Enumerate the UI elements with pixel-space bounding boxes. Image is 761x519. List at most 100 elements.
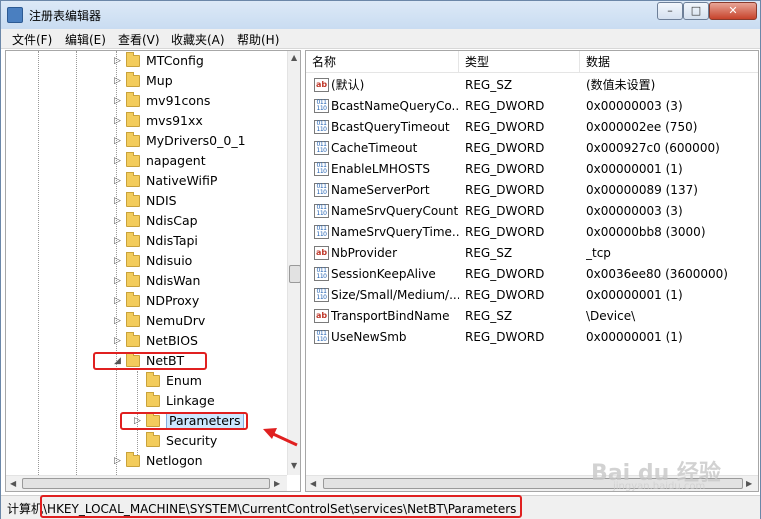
tree-item-netbt[interactable]: ◢ NetBT xyxy=(6,351,286,371)
folder-icon xyxy=(146,432,160,447)
value-row[interactable]: 011 110 Size/Small/Medium/... REG_DWORD 0x0… xyxy=(306,285,746,306)
tree-item-ndisuio[interactable]: ▷ Ndisuio xyxy=(6,251,286,271)
column-header-type[interactable]: 类型 xyxy=(459,51,580,73)
value-type: REG_SZ xyxy=(465,246,513,260)
tree-item-label: NdisTapi xyxy=(146,233,198,248)
value-row[interactable]: 011 110 NameSrvQueryCount REG_DWORD 0x00000… xyxy=(306,201,746,222)
tree-item-ndistapi[interactable]: ▷ NdisTapi xyxy=(6,231,286,251)
tree-item-nemudrv[interactable]: ▷ NemuDrv xyxy=(6,311,286,331)
tree-item-ndiscap[interactable]: ▷ NdisCap xyxy=(6,211,286,231)
expand-arrow-icon[interactable]: ▷ xyxy=(114,291,121,311)
registry-key-tree[interactable]: ▷ MTConfig ▷ Mup ▷ mv91cons ▷ mvs91xx ▷ MyDrivers… xyxy=(5,50,301,492)
expand-arrow-icon[interactable]: ▷ xyxy=(114,191,121,211)
tree-horizontal-scrollbar[interactable]: ◀ ▶ xyxy=(6,475,287,491)
tree-item-ndis[interactable]: ▷ NDIS xyxy=(6,191,286,211)
value-row[interactable]: 011 110 NameServerPort REG_DWORD 0x00000089… xyxy=(306,180,746,201)
value-type: REG_DWORD xyxy=(465,99,545,113)
tree-item-mvs91xx[interactable]: ▷ mvs91xx xyxy=(6,111,286,131)
expand-arrow-icon[interactable]: ▷ xyxy=(114,211,121,231)
tree-item-mv91cons[interactable]: ▷ mv91cons xyxy=(6,91,286,111)
tree-vertical-scroll-thumb[interactable] xyxy=(289,265,300,283)
tree-item-label: mv91cons xyxy=(146,93,211,108)
tree-item-ndproxy[interactable]: ▷ NDProxy xyxy=(6,291,286,311)
value-row[interactable]: 011 110 NameSrvQueryTime... REG_DWORD 0x000… xyxy=(306,222,746,243)
expand-arrow-icon[interactable]: ▷ xyxy=(114,231,121,251)
folder-icon xyxy=(126,272,140,287)
value-type: REG_DWORD xyxy=(465,267,545,281)
tree-item-mydrivers0_0_1[interactable]: ▷ MyDrivers0_0_1 xyxy=(6,131,286,151)
tree-item-label: NetBT xyxy=(146,353,185,368)
expand-arrow-icon[interactable]: ▷ xyxy=(114,71,121,91)
expand-arrow-icon[interactable]: ▷ xyxy=(114,111,121,131)
tree-item-enum[interactable]: Enum xyxy=(6,371,286,391)
value-row[interactable]: 011 110 CacheTimeout REG_DWORD 0x000927c0 (… xyxy=(306,138,746,159)
value-name: TransportBindName xyxy=(331,309,450,323)
tree-item-nativewifip[interactable]: ▷ NativeWifiP xyxy=(6,171,286,191)
scroll-left-arrow-icon[interactable]: ◀ xyxy=(310,479,316,488)
folder-icon xyxy=(146,392,160,407)
scroll-up-arrow-icon[interactable]: ▲ xyxy=(291,53,297,62)
minimize-button[interactable]: – xyxy=(657,2,683,20)
column-header-data[interactable]: 数据 xyxy=(580,51,758,73)
value-row[interactable]: ab TransportBindName REG_SZ \Device\ xyxy=(306,306,746,327)
value-row[interactable]: ab NbProvider REG_SZ _tcp xyxy=(306,243,746,264)
folder-icon xyxy=(126,172,140,187)
registry-values-list[interactable]: 名称 类型 数据 ab (默认) REG_SZ (数值未设置) 011 110 Bcast… xyxy=(305,50,759,492)
tree-item-netbios[interactable]: ▷ NetBIOS xyxy=(6,331,286,351)
tree-item-mtconfig[interactable]: ▷ MTConfig xyxy=(6,51,286,71)
menu-favorites[interactable]: 收藏夹(A) xyxy=(171,31,225,48)
menu-help[interactable]: 帮助(H) xyxy=(237,31,279,48)
value-row[interactable]: 011 110 BcastNameQueryCo... REG_DWORD 0x000… xyxy=(306,96,746,117)
maximize-button[interactable]: □ xyxy=(683,2,709,20)
tree-item-security[interactable]: Security xyxy=(6,431,286,451)
expand-arrow-icon[interactable]: ▷ xyxy=(114,311,121,331)
tree-item-mup[interactable]: ▷ Mup xyxy=(6,71,286,91)
tree-item-ndiswan[interactable]: ▷ NdisWan xyxy=(6,271,286,291)
collapse-arrow-icon[interactable]: ◢ xyxy=(114,351,121,371)
expand-arrow-icon[interactable]: ▷ xyxy=(114,51,121,71)
expand-arrow-icon[interactable]: ▷ xyxy=(114,251,121,271)
menu-file[interactable]: 文件(F) xyxy=(12,31,52,48)
expand-arrow-icon[interactable]: ▷ xyxy=(134,411,141,431)
scroll-down-arrow-icon[interactable]: ▼ xyxy=(291,461,297,470)
tree-item-label: Mup xyxy=(146,73,173,88)
value-name: SessionKeepAlive xyxy=(331,267,436,281)
expand-arrow-icon[interactable]: ▷ xyxy=(114,271,121,291)
close-button[interactable]: ✕ xyxy=(709,2,757,20)
scroll-right-arrow-icon[interactable]: ▶ xyxy=(274,479,280,488)
folder-icon xyxy=(126,112,140,127)
value-type: REG_DWORD xyxy=(465,225,545,239)
tree-item-linkage[interactable]: Linkage xyxy=(6,391,286,411)
scroll-left-arrow-icon[interactable]: ◀ xyxy=(10,479,16,488)
folder-icon xyxy=(126,132,140,147)
binary-value-icon: 011 110 xyxy=(314,204,329,218)
string-value-icon: ab xyxy=(314,78,329,92)
binary-value-icon: 011 110 xyxy=(314,183,329,197)
value-type: REG_SZ xyxy=(465,78,513,92)
tree-horizontal-scroll-thumb[interactable] xyxy=(22,478,270,489)
expand-arrow-icon[interactable]: ▷ xyxy=(114,151,121,171)
value-row[interactable]: 011 110 SessionKeepAlive REG_DWORD 0x0036ee… xyxy=(306,264,746,285)
folder-icon xyxy=(126,152,140,167)
tree-vertical-scrollbar[interactable]: ▲ ▼ xyxy=(287,51,300,475)
value-row[interactable]: 011 110 BcastQueryTimeout REG_DWORD 0x00000… xyxy=(306,117,746,138)
expand-arrow-icon[interactable]: ▷ xyxy=(114,131,121,151)
expand-arrow-icon[interactable]: ▷ xyxy=(114,91,121,111)
folder-icon xyxy=(126,72,140,87)
expand-arrow-icon[interactable]: ▷ xyxy=(114,451,121,471)
column-header-name[interactable]: 名称 xyxy=(306,51,459,73)
expand-arrow-icon[interactable]: ▷ xyxy=(114,171,121,191)
title-bar[interactable]: 注册表编辑器 – □ ✕ xyxy=(1,1,760,29)
value-data: 0x00000089 (137) xyxy=(586,183,698,197)
menu-view[interactable]: 查看(V) xyxy=(118,31,160,48)
value-row[interactable]: ab (默认) REG_SZ (数值未设置) xyxy=(306,75,746,96)
value-row[interactable]: 011 110 UseNewSmb REG_DWORD 0x00000001 (1) xyxy=(306,327,746,348)
tree-item-napagent[interactable]: ▷ napagent xyxy=(6,151,286,171)
value-row[interactable]: 011 110 EnableLMHOSTS REG_DWORD 0x00000001 … xyxy=(306,159,746,180)
menu-edit[interactable]: 编辑(E) xyxy=(65,31,106,48)
scroll-right-arrow-icon[interactable]: ▶ xyxy=(746,479,752,488)
tree-item-parameters[interactable]: ▷ Parameters xyxy=(6,411,286,431)
expand-arrow-icon[interactable]: ▷ xyxy=(114,331,121,351)
tree-item-label: napagent xyxy=(146,153,206,168)
tree-item-netlogon[interactable]: ▷ Netlogon xyxy=(6,451,286,471)
